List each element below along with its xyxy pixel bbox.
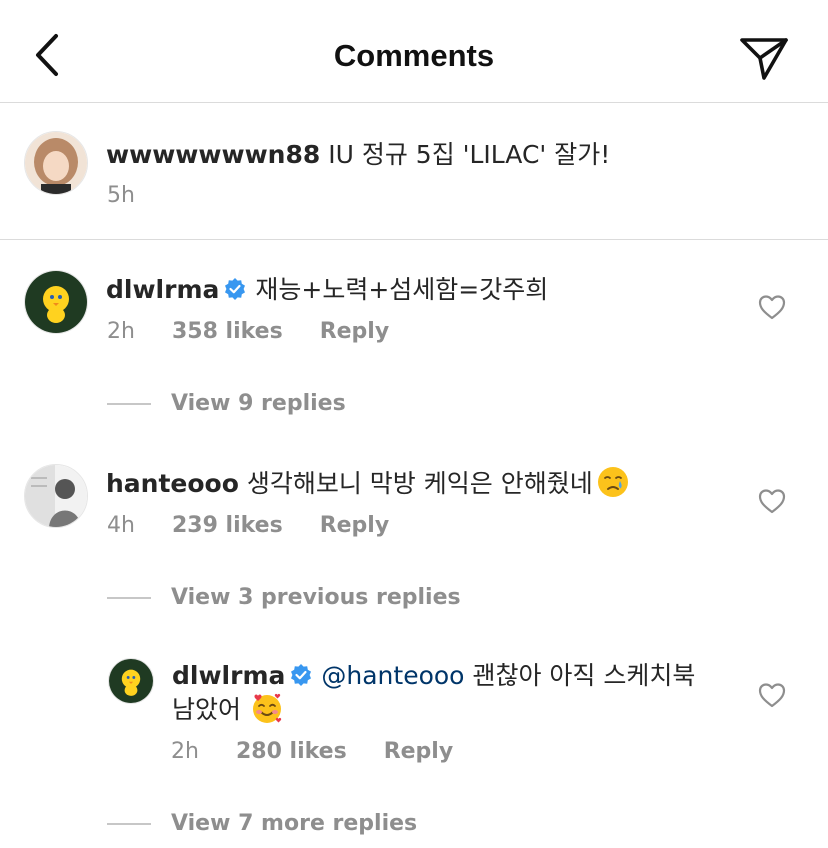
caption-meta: 5h [107,183,165,208]
reply-line-1: dlwlrma @hanteooo 괜찮아 아직 스케치북 [172,656,695,692]
caption-text: IU 정규 5집 'LILAC' 잘가! [328,140,611,169]
reply-button[interactable]: Reply [384,739,454,764]
reply-meta: 2h 280 likes Reply [171,739,483,764]
avatar[interactable] [24,464,88,528]
reply-text-line1: 괜찮아 아직 스케치북 [472,661,696,690]
reply-timestamp: 2h [171,739,199,764]
divider-line [107,403,151,405]
header-bar: Comments [0,0,828,103]
comment-text: 재능+노력+섬세함=갓주희 [255,275,549,304]
likes-count[interactable]: 358 likes [172,319,283,344]
paper-plane-icon [740,38,788,80]
avatar[interactable] [24,270,88,334]
view-replies-label: View 9 replies [171,391,346,416]
caption-timestamp: 5h [107,183,135,208]
view-previous-replies-button[interactable]: View 3 previous replies [107,585,461,610]
view-replies-label: View 3 previous replies [171,585,461,610]
comment-username[interactable]: hanteooo [106,469,239,498]
comment-meta: 2h 358 likes Reply [107,319,419,344]
caption-line: wwwwwwwn88 IU 정규 5집 'LILAC' 잘가! [106,135,610,171]
reply-username[interactable]: dlwlrma [172,661,285,690]
likes-count[interactable]: 280 likes [236,739,347,764]
comment-username[interactable]: dlwlrma [106,275,219,304]
comment-timestamp: 2h [107,319,135,344]
page-title: Comments [333,38,495,73]
heart-icon[interactable] [758,294,786,320]
smiling-face-with-hearts-icon [253,693,282,723]
comment-line: dlwlrma 재능+노력+섬세함=갓주희 [106,270,548,306]
avatar[interactable] [108,658,154,704]
verified-badge-icon [291,664,312,686]
comment-meta: 4h 239 likes Reply [107,513,419,538]
avatar[interactable] [24,131,88,195]
comment-timestamp: 4h [107,513,135,538]
comments-screen: Comments wwwwwwwn88 IU 정규 5집 'LILAC' 잘가!… [0,0,828,848]
comment-text: 생각해보니 막방 케익은 안해줬네 [246,469,593,498]
post-caption: wwwwwwwn88 IU 정규 5집 'LILAC' 잘가! 5h [0,103,828,240]
reply-button[interactable]: Reply [320,319,390,344]
share-button[interactable] [738,34,790,82]
reply-line-2: 남았어 [172,690,283,726]
caption-username[interactable]: wwwwwwwn88 [106,140,320,169]
heart-icon[interactable] [758,488,786,514]
view-more-replies-button[interactable]: View 7 more replies [107,811,417,836]
reply-button[interactable]: Reply [320,513,390,538]
crying-face-icon [597,467,628,497]
view-replies-button[interactable]: View 9 replies [107,391,346,416]
reply-text-line2: 남았어 [172,695,242,724]
view-more-label: View 7 more replies [171,811,418,836]
likes-count[interactable]: 239 likes [172,513,283,538]
comment-line: hanteooo 생각해보니 막방 케익은 안해줬네 [106,464,629,500]
heart-icon[interactable] [758,682,786,708]
divider-line [107,823,151,825]
verified-badge-icon [225,278,246,300]
mention-link[interactable]: @hanteooo [321,661,464,690]
divider-line [107,597,151,599]
